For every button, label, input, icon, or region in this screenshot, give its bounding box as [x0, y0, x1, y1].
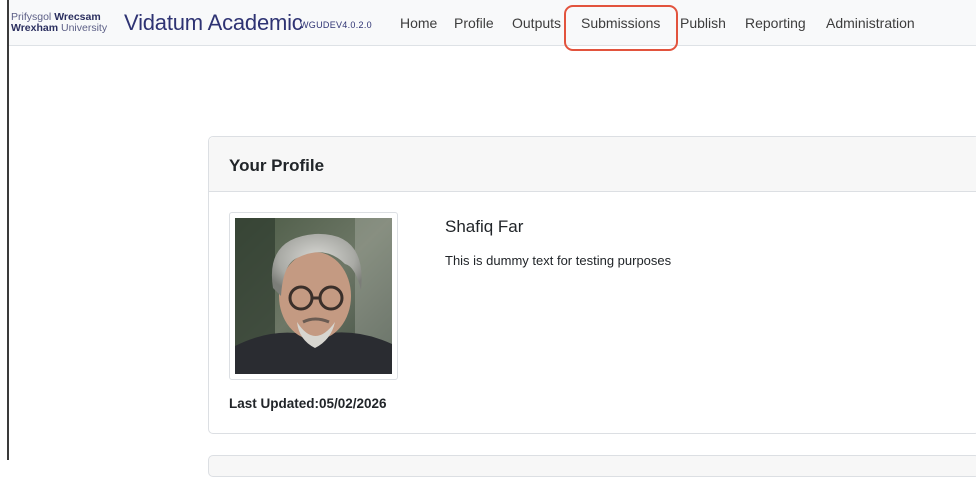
nav-profile[interactable]: Profile [454, 15, 494, 31]
profile-name: Shafiq Far [445, 217, 524, 236]
nav-submissions[interactable]: Submissions [581, 15, 660, 31]
nav-administration[interactable]: Administration [826, 15, 915, 31]
profile-photo [235, 218, 392, 374]
next-card-edge [208, 455, 976, 477]
app-version: WGUDEV4.0.2.0 [300, 20, 372, 30]
logo-line2-bold: Wrexham [11, 22, 59, 34]
last-updated-label: Last Updated:05/02/2026 [229, 396, 387, 411]
app-title[interactable]: Vidatum Academic [124, 10, 303, 36]
nav-publish[interactable]: Publish [680, 15, 726, 31]
profile-description: This is dummy text for testing purposes [445, 253, 672, 268]
top-navbar: Prifysgol Wrecsam Wrexham University Vid… [9, 0, 976, 46]
profile-card: Your Profile Shafiq Far This is dummy te… [208, 136, 976, 434]
university-logo[interactable]: Prifysgol Wrecsam Wrexham University [11, 12, 107, 34]
profile-card-title: Your Profile [229, 156, 325, 175]
nav-outputs[interactable]: Outputs [512, 15, 561, 31]
nav-reporting[interactable]: Reporting [745, 15, 806, 31]
profile-photo-frame [229, 212, 398, 380]
app-frame: Prifysgol Wrecsam Wrexham University Vid… [7, 0, 976, 477]
logo-line2-light: University [61, 22, 108, 34]
profile-card-header: Your Profile [209, 137, 976, 192]
nav-home[interactable]: Home [400, 15, 437, 31]
